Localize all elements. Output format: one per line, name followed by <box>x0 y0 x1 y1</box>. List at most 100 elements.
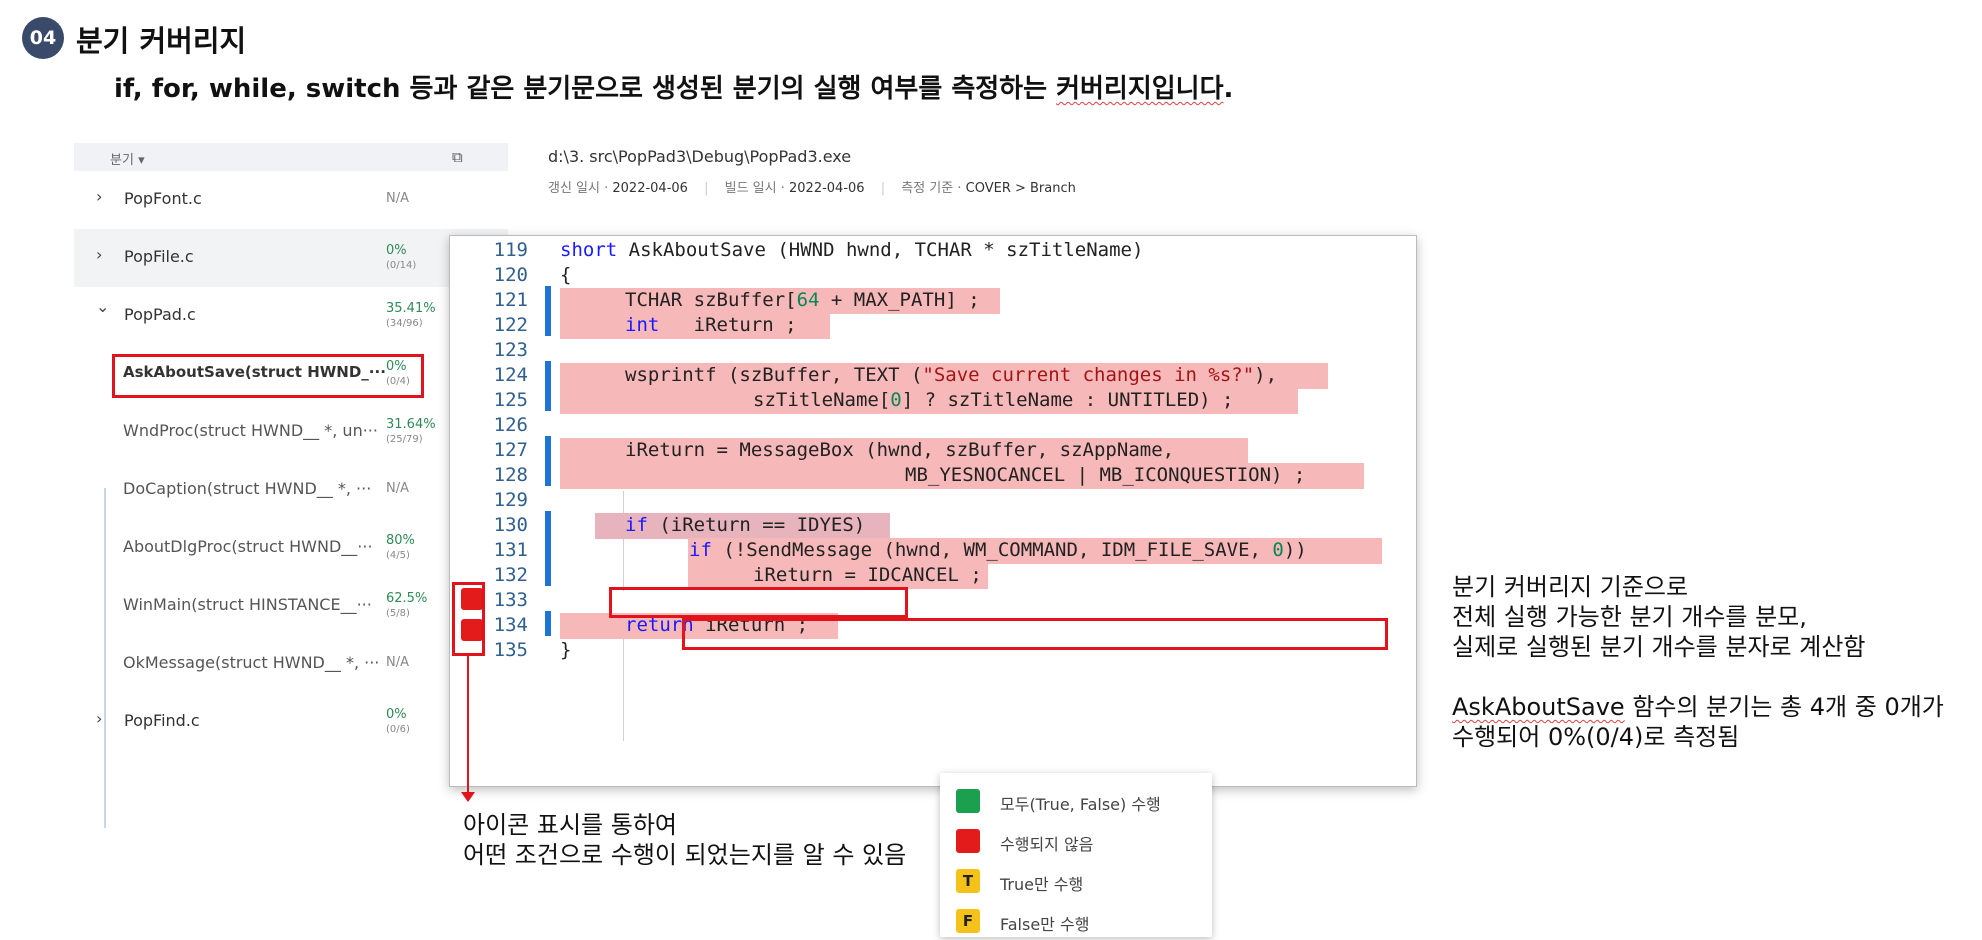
tree-header: 분기 ▾ ⧉ <box>74 143 508 171</box>
coverage-percent: 0% <box>386 243 407 258</box>
executable-path: d:\3. src\PopPad3\Debug\PopPad3.exe <box>548 147 852 166</box>
code-keyword: if <box>689 539 712 561</box>
code-part: wsprintf (szBuffer, TEXT ( <box>625 364 923 386</box>
tree-item-popfind[interactable]: › PopFind.c 0% (0/6) <box>74 693 508 751</box>
tree-item-label: WinMain(struct HINSTANCE__··· <box>123 595 372 614</box>
code-rest: (iReturn == IDYES) <box>647 514 866 536</box>
tree-item-aboutdlgproc[interactable]: AboutDlgProc(struct HWND__··· 80% (4/5) <box>74 519 508 577</box>
line-number: 119 <box>493 239 528 261</box>
tree-item-wndproc[interactable]: WndProc(struct HWND__ *, un··· 31.64% (2… <box>74 403 508 461</box>
tree-item-okmessage[interactable]: OkMessage(struct HWND__ *, ··· N/A <box>74 635 508 693</box>
coverage-fraction: (5/8) <box>386 608 410 619</box>
coverage-line-marker <box>545 611 551 636</box>
coverage-percent: N/A <box>386 191 409 206</box>
icon-explanation-line: 어떤 조건으로 수행이 되었는지를 알 수 있음 <box>463 841 907 869</box>
sort-dropdown[interactable]: 분기 ▾ <box>110 149 145 168</box>
tree-item-popfile[interactable]: › PopFile.c 0% (0/14) <box>74 229 508 287</box>
icon-explanation-text: 아이콘 표시를 통하여 어떤 조건으로 수행이 되었는지를 알 수 있음 <box>463 810 906 870</box>
subtitle-emphasis: 커버리지입니다 <box>1056 74 1224 104</box>
arrow-down-icon <box>461 792 475 802</box>
subtitle-text: if, for, while, switch 등과 같은 분기문으로 생성된 분… <box>114 74 1057 104</box>
tree-item-label: PopPad.c <box>124 305 196 324</box>
line-number: 124 <box>493 364 528 386</box>
nested-if-condition-highlight <box>682 618 1388 650</box>
coverage-percent: 0% <box>386 707 407 722</box>
annotation-arrow-line <box>467 656 469 796</box>
code-text: int iReturn ; <box>625 314 797 336</box>
code-keyword: if <box>625 514 648 536</box>
tree-item-poppad[interactable]: ⌄ PopPad.c 35.41% (34/96) <box>74 287 508 345</box>
branch-coverage-explanation: 분기 커버리지 기준으로 전체 실행 가능한 분기 개수를 분모, 실제로 실행… <box>1452 572 1944 752</box>
code-part: )) <box>1283 539 1307 561</box>
tree-item-label: PopFile.c <box>124 247 194 266</box>
line-number: 127 <box>493 439 528 461</box>
icon-explanation-line: 아이콘 표시를 통하여 <box>463 811 677 839</box>
coverage-fraction: (25/79) <box>386 434 423 445</box>
explanation-line: AskAboutSave 함수의 분기는 총 4개 중 0개가 <box>1452 692 1944 722</box>
code-text: } <box>560 639 572 661</box>
legend-item-all-executed: 모두(True, False) 수행 <box>956 786 1206 814</box>
explanation-line: 실제로 실행된 분기 개수를 분자로 계산함 <box>1452 633 1866 661</box>
line-number: 125 <box>493 389 528 411</box>
legend-label: 모두(True, False) 수행 <box>1000 795 1161 814</box>
coverage-percent: N/A <box>386 655 409 670</box>
tree-item-label: PopFind.c <box>124 711 200 730</box>
legend-item-not-executed: 수행되지 않음 <box>956 826 1206 854</box>
build-value: 2022-04-06 <box>789 181 865 196</box>
line-number: 130 <box>493 514 528 536</box>
coverage-percent: 31.64% <box>386 417 436 432</box>
code-part: TCHAR szBuffer[ <box>625 289 797 311</box>
legend-label: False만 수행 <box>1000 915 1090 934</box>
code-part: + MAX_PATH] ; <box>819 289 980 311</box>
renewed-value: 2022-04-06 <box>612 181 688 196</box>
legend-item-false-only: F False만 수행 <box>956 906 1206 934</box>
green-square-icon <box>956 789 980 813</box>
measurement-meta: 갱신 일시 · 2022-04-06 | 빌드 일시 · 2022-04-06 … <box>548 177 1076 196</box>
code-text: szTitleName[0] ? szTitleName : UNTITLED)… <box>753 389 1233 411</box>
code-text: wsprintf (szBuffer, TEXT ("Save current … <box>625 364 1277 386</box>
tree-item-docaption[interactable]: DoCaption(struct HWND__ *, ··· N/A <box>74 461 508 519</box>
build-label: 빌드 일시 · <box>724 181 785 196</box>
true-only-icon: T <box>956 869 980 893</box>
code-text: MB_YESNOCANCEL | MB_ICONQUESTION) ; <box>905 464 1306 486</box>
branch-status-legend: 모두(True, False) 수행 수행되지 않음 T True만 수행 F … <box>940 773 1212 937</box>
explanation-line: 수행되어 0%(0/4)로 측정됨 <box>1452 723 1740 751</box>
code-part: (!SendMessage (hwnd, WM_COMMAND, IDM_FIL… <box>711 539 1273 561</box>
collapse-all-icon[interactable]: ⧉ <box>452 148 463 166</box>
line-number: 129 <box>493 489 528 511</box>
line-number: 131 <box>493 539 528 561</box>
code-text: TCHAR szBuffer[64 + MAX_PATH] ; <box>625 289 980 311</box>
line-number: 122 <box>493 314 528 336</box>
code-string: "Save current changes in %s?" <box>922 364 1255 386</box>
line-number: 126 <box>493 414 528 436</box>
line-number: 128 <box>493 464 528 486</box>
function-name-emphasis: AskAboutSave <box>1452 693 1625 721</box>
branch-icon-highlight <box>452 582 485 656</box>
tree-item-label: WndProc(struct HWND__ *, un··· <box>123 421 378 440</box>
page-title: 분기 커버리지 <box>76 24 247 58</box>
line-number: 121 <box>493 289 528 311</box>
code-number: 64 <box>796 289 820 311</box>
if-condition-highlight <box>609 587 908 618</box>
code-part: ] ? szTitleName : UNTITLED) ; <box>901 389 1234 411</box>
coverage-percent: 35.41% <box>386 301 436 316</box>
legend-label: True만 수행 <box>1000 875 1084 894</box>
sort-dropdown-label: 분기 <box>110 153 134 168</box>
code-text: short AskAboutSave (HWND hwnd, TCHAR * s… <box>560 239 1143 261</box>
coverage-percent: 62.5% <box>386 591 428 606</box>
tree-item-winmain[interactable]: WinMain(struct HINSTANCE__··· 62.5% (5/8… <box>74 577 508 635</box>
subtitle-period: . <box>1223 74 1234 104</box>
code-keyword: short <box>560 239 618 261</box>
coverage-fraction: (0/14) <box>386 260 417 271</box>
explanation-line: 전체 실행 가능한 분기 개수를 분모, <box>1452 603 1807 631</box>
explanation-text: 함수의 분기는 총 4개 중 0개가 <box>1624 693 1944 721</box>
code-rest: iReturn ; <box>659 314 797 336</box>
tree-item-label: PopFont.c <box>124 189 202 208</box>
coverage-percent: N/A <box>386 481 409 496</box>
tree-item-popfont[interactable]: › PopFont.c N/A <box>74 171 508 229</box>
code-text: iReturn = MessageBox (hwnd, szBuffer, sz… <box>625 439 1175 461</box>
code-part: ), <box>1254 364 1278 386</box>
tree-item-label: OkMessage(struct HWND__ *, ··· <box>123 653 380 672</box>
page-subtitle: if, for, while, switch 등과 같은 분기문으로 생성된 분… <box>114 68 1233 105</box>
code-text: if (iReturn == IDYES) <box>625 514 865 536</box>
